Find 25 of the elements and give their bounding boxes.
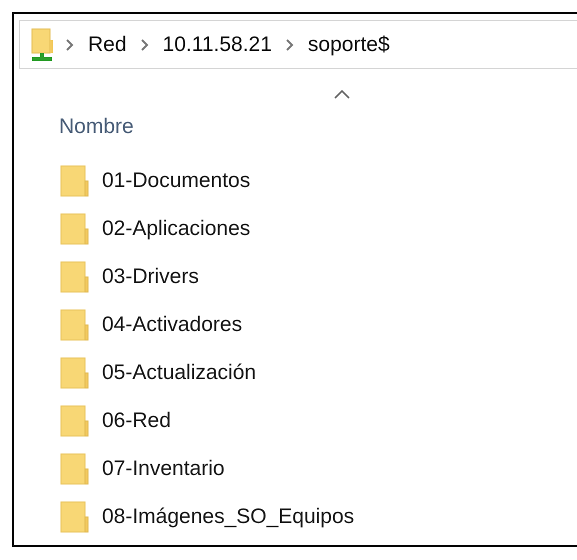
chevron-icon bbox=[66, 38, 74, 50]
folder-name[interactable]: 01-Documentos bbox=[102, 169, 250, 193]
breadcrumb-item[interactable]: 10.11.58.21 bbox=[160, 32, 274, 56]
folder-name[interactable]: 05-Actualización bbox=[102, 361, 256, 385]
folder-icon bbox=[60, 261, 90, 293]
folder-name[interactable]: 04-Activadores bbox=[102, 313, 242, 337]
folder-name[interactable]: 08-Imágenes_SO_Equipos bbox=[102, 505, 354, 529]
breadcrumb-item[interactable]: Red bbox=[86, 32, 129, 56]
breadcrumb-item[interactable]: soporte$ bbox=[306, 32, 392, 56]
address-bar[interactable]: Red 10.11.58.21 soporte$ bbox=[19, 20, 577, 69]
chevron-icon bbox=[286, 38, 294, 50]
column-header[interactable]: Nombre bbox=[59, 115, 134, 139]
folder-icon bbox=[60, 357, 90, 389]
folder-name[interactable]: 07-Inventario bbox=[102, 457, 225, 481]
chevron-icon bbox=[140, 38, 149, 50]
folder-icon bbox=[60, 309, 90, 341]
folder-name[interactable]: 06-Red bbox=[102, 409, 171, 433]
folder-icon bbox=[60, 501, 90, 533]
network-folder-icon bbox=[30, 28, 54, 62]
folder-icon bbox=[60, 453, 90, 485]
folder-icon bbox=[60, 213, 90, 245]
folder-name[interactable]: 03-Drivers bbox=[102, 265, 199, 289]
folder-icon bbox=[60, 165, 90, 197]
folder-icon bbox=[60, 405, 90, 437]
folder-name[interactable]: 02-Aplicaciones bbox=[102, 217, 250, 241]
